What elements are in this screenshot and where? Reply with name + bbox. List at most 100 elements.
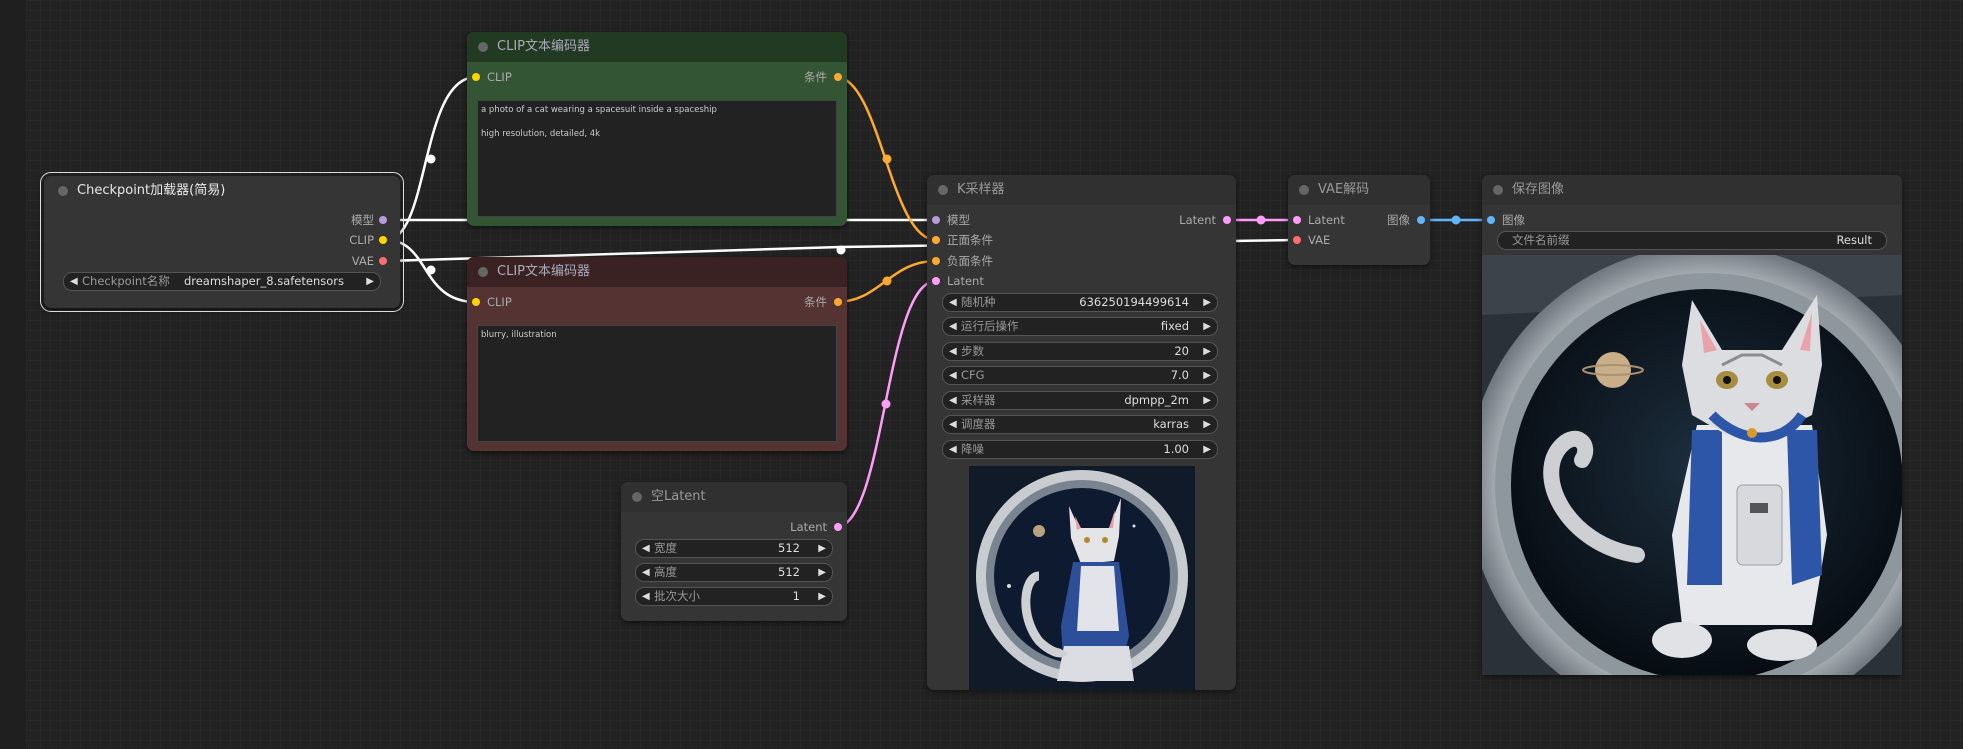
collapse-dot-icon[interactable] — [938, 185, 948, 195]
node-title-bar[interactable]: 空Latent — [621, 482, 847, 512]
right-arrow-icon[interactable]: ▶ — [818, 540, 826, 557]
left-arrow-icon[interactable]: ◀ — [949, 343, 957, 360]
scheduler-combo[interactable]: ◀ 调度器 karras ▶ — [942, 415, 1218, 434]
right-arrow-icon[interactable]: ▶ — [1203, 392, 1211, 409]
cfg-input[interactable]: ◀ CFG 7.0 ▶ — [942, 366, 1218, 385]
widget-value: 512 — [778, 565, 800, 579]
input-slot-clip[interactable] — [472, 73, 480, 81]
left-arrow-icon[interactable]: ◀ — [642, 564, 650, 581]
right-arrow-icon[interactable]: ▶ — [1203, 318, 1211, 335]
input-slot-latent[interactable] — [932, 277, 940, 285]
right-arrow-icon[interactable]: ▶ — [1203, 294, 1211, 311]
node-title-bar[interactable]: VAE解码 — [1288, 175, 1430, 205]
height-input[interactable]: ◀ 高度 512 ▶ — [635, 563, 833, 582]
node-title-bar[interactable]: Checkpoint加载器(简易) — [44, 176, 400, 206]
widget-label: 批次大小 — [654, 589, 700, 603]
output-slot-vae[interactable] — [379, 257, 387, 265]
save-image-node[interactable]: 保存图像 图像 文件名前缀 Result — [1482, 175, 1902, 675]
ksampler-node[interactable]: K采样器 模型 正面条件 负面条件 Latent Latent ◀ 随机种 63… — [927, 175, 1236, 690]
input-slot-image[interactable] — [1487, 216, 1495, 224]
control-after-generate-combo[interactable]: ◀ 运行后操作 fixed ▶ — [942, 317, 1218, 336]
empty-latent-node[interactable]: 空Latent Latent ◀ 宽度 512 ▶ ◀ 高度 512 ▶ ◀ 批… — [621, 482, 847, 621]
left-arrow-icon[interactable]: ◀ — [949, 416, 957, 433]
output-slot-latent[interactable] — [834, 523, 842, 531]
widget-label: 宽度 — [654, 541, 677, 555]
sampler-combo[interactable]: ◀ 采样器 dpmpp_2m ▶ — [942, 391, 1218, 410]
right-arrow-icon[interactable]: ▶ — [366, 273, 374, 290]
widget-label: CFG — [961, 368, 985, 382]
output-slot-conditioning[interactable] — [834, 298, 842, 306]
collapse-dot-icon[interactable] — [478, 267, 488, 277]
input-label-clip: CLIP — [487, 70, 512, 84]
left-arrow-icon[interactable]: ◀ — [70, 273, 78, 290]
widget-label: Checkpoint名称 — [82, 274, 170, 288]
checkpoint-loader-node[interactable]: Checkpoint加载器(简易) 模型 CLIP VAE ◀ Checkpoi… — [40, 172, 404, 312]
output-label-vae: VAE — [351, 254, 374, 268]
clip-text-encode-negative-node[interactable]: CLIP文本编码器 CLIP 条件 blurry, illustration — [467, 257, 847, 451]
input-slot-clip[interactable] — [472, 298, 480, 306]
widget-label: 运行后操作 — [961, 319, 1019, 333]
left-arrow-icon[interactable]: ◀ — [949, 367, 957, 384]
collapse-dot-icon[interactable] — [1299, 185, 1309, 195]
output-label-conditioning: 条件 — [804, 295, 827, 309]
node-title: 空Latent — [651, 489, 706, 504]
output-slot-conditioning[interactable] — [834, 73, 842, 81]
widget-value: 20 — [1174, 344, 1189, 358]
collapse-dot-icon[interactable] — [58, 186, 68, 196]
checkpoint-name-combo[interactable]: ◀ Checkpoint名称 dreamshaper_8.safetensors… — [63, 272, 381, 291]
latent-preview-image — [969, 466, 1195, 690]
clip-text-encode-positive-node[interactable]: CLIP文本编码器 CLIP 条件 a photo of a cat weari… — [467, 32, 847, 226]
width-input[interactable]: ◀ 宽度 512 ▶ — [635, 539, 833, 558]
left-arrow-icon[interactable]: ◀ — [642, 588, 650, 605]
right-arrow-icon[interactable]: ▶ — [818, 588, 826, 605]
right-arrow-icon[interactable]: ▶ — [1203, 343, 1211, 360]
input-label-negative: 负面条件 — [947, 254, 993, 268]
output-label-model: 模型 — [351, 213, 374, 227]
output-slot-clip[interactable] — [379, 236, 387, 244]
right-arrow-icon[interactable]: ▶ — [1203, 367, 1211, 384]
input-slot-positive[interactable] — [932, 236, 940, 244]
steps-input[interactable]: ◀ 步数 20 ▶ — [942, 342, 1218, 361]
node-title-bar[interactable]: CLIP文本编码器 — [467, 257, 847, 287]
output-slot-model[interactable] — [379, 216, 387, 224]
right-arrow-icon[interactable]: ▶ — [1203, 416, 1211, 433]
widget-label: 采样器 — [961, 393, 996, 407]
node-title-bar[interactable]: CLIP文本编码器 — [467, 32, 847, 62]
batch-size-input[interactable]: ◀ 批次大小 1 ▶ — [635, 587, 833, 606]
input-slot-model[interactable] — [932, 216, 940, 224]
output-slot-latent[interactable] — [1223, 216, 1231, 224]
left-arrow-icon[interactable]: ◀ — [949, 318, 957, 335]
seed-input[interactable]: ◀ 随机种 636250194499614 ▶ — [942, 293, 1218, 312]
right-arrow-icon[interactable]: ▶ — [1203, 441, 1211, 458]
collapse-dot-icon[interactable] — [632, 492, 642, 502]
output-image — [1482, 255, 1902, 675]
right-arrow-icon[interactable]: ▶ — [818, 564, 826, 581]
node-title-bar[interactable]: K采样器 — [927, 175, 1236, 205]
left-arrow-icon[interactable]: ◀ — [949, 294, 957, 311]
input-slot-vae[interactable] — [1293, 236, 1301, 244]
collapse-dot-icon[interactable] — [478, 42, 488, 52]
left-arrow-icon[interactable]: ◀ — [642, 540, 650, 557]
filename-prefix-input[interactable]: 文件名前缀 Result — [1497, 231, 1887, 250]
output-label-latent: Latent — [1179, 213, 1216, 227]
prompt-textarea[interactable]: blurry, illustration — [477, 325, 837, 442]
output-label-latent: Latent — [790, 520, 827, 534]
prompt-textarea[interactable]: a photo of a cat wearing a spacesuit ins… — [477, 100, 837, 217]
widget-value: 7.0 — [1170, 368, 1189, 382]
output-label-image: 图像 — [1387, 213, 1410, 227]
widget-value: dpmpp_2m — [1124, 393, 1189, 407]
output-slot-image[interactable] — [1417, 216, 1425, 224]
node-title: Checkpoint加载器(简易) — [77, 183, 226, 198]
widget-label: 调度器 — [961, 417, 996, 431]
input-slot-negative[interactable] — [932, 257, 940, 265]
node-title-bar[interactable]: 保存图像 — [1482, 175, 1902, 205]
vae-decode-node[interactable]: VAE解码 Latent VAE 图像 — [1288, 175, 1430, 265]
collapse-dot-icon[interactable] — [1493, 185, 1503, 195]
widget-label: 文件名前缀 — [1512, 233, 1570, 247]
input-slot-latent[interactable] — [1293, 216, 1301, 224]
denoise-input[interactable]: ◀ 降噪 1.00 ▶ — [942, 440, 1218, 459]
node-title: 保存图像 — [1512, 182, 1565, 197]
left-arrow-icon[interactable]: ◀ — [949, 441, 957, 458]
left-arrow-icon[interactable]: ◀ — [949, 392, 957, 409]
widget-label: 步数 — [961, 344, 984, 358]
